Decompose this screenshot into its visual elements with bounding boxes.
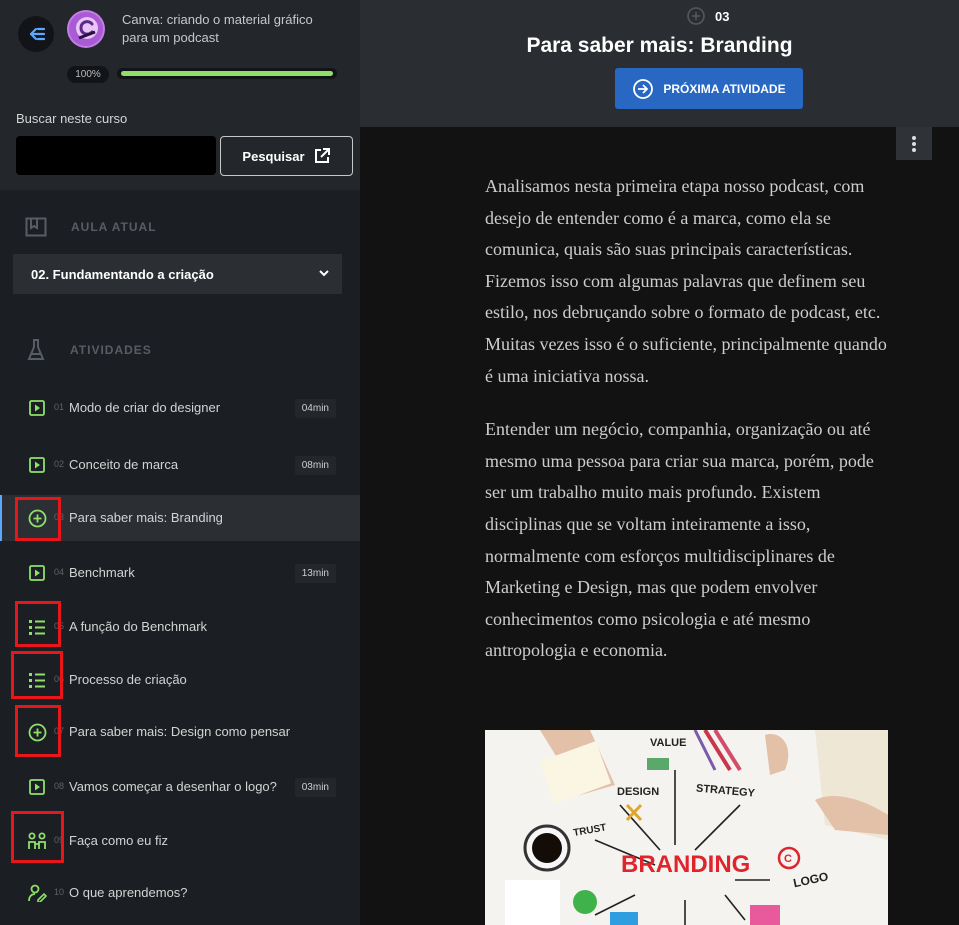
search-button[interactable]: Pesquisar	[220, 136, 353, 176]
search-button-label: Pesquisar	[242, 148, 305, 164]
activity-number: 04	[54, 567, 65, 577]
video-icon	[26, 776, 48, 798]
activity-label: Conceito de marca	[69, 457, 179, 472]
activity-item[interactable]: 04 Benchmark 13min	[0, 550, 360, 596]
highlight-box	[11, 811, 64, 863]
menu-back-icon	[29, 27, 46, 41]
chevron-down-icon	[319, 270, 329, 277]
content-paragraph: Analisamos nesta primeira etapa nosso po…	[485, 176, 887, 386]
kebab-menu-icon	[912, 135, 916, 152]
activity-label: Para saber mais: Branding	[69, 510, 223, 525]
course-sidebar: Canva: criando o material gráfico para u…	[0, 0, 360, 925]
activity-item[interactable]: 01 Modo de criar do designer 04min	[0, 385, 360, 431]
activity-duration: 13min	[294, 564, 336, 583]
activities-heading: ATIVIDADES	[70, 343, 152, 357]
activity-duration: 03min	[294, 778, 336, 797]
activity-number: 02	[54, 459, 65, 469]
activity-label: Benchmark	[69, 565, 135, 580]
user-edit-icon	[26, 882, 48, 904]
activity-number: 10	[54, 887, 65, 897]
canva-logo-icon	[69, 12, 103, 46]
external-link-icon	[314, 148, 330, 163]
image-word-value: VALUE	[650, 737, 686, 749]
arrow-right-circle-icon	[633, 78, 654, 99]
branding-illustration: VALUE DESIGN STRATEGY TRUST BRANDING LOG…	[485, 730, 888, 925]
activity-duration: 08min	[294, 456, 336, 475]
activity-item[interactable]: 10 O que aprendemos?	[0, 870, 360, 916]
progress-percent: 100%	[67, 66, 109, 83]
course-title: Canva: criando o material gráfico para u…	[122, 12, 313, 45]
lesson-select-value: 02. Fundamentando a criação	[31, 266, 214, 282]
collapse-sidebar-button[interactable]	[18, 16, 54, 52]
activity-item[interactable]: 02 Conceito de marca 08min	[0, 442, 360, 488]
activity-label: Para saber mais: Design como pensar	[69, 724, 291, 739]
activity-number: 01	[54, 402, 65, 412]
content-paragraph: Entender um negócio, companhia, organiza…	[485, 419, 874, 661]
highlight-box	[15, 601, 61, 647]
course-header: Canva: criando o material gráfico para u…	[0, 0, 360, 190]
activity-label: A função do Benchmark	[69, 619, 208, 634]
activity-label: Modo de criar do designer	[69, 400, 221, 415]
page-title: Para saber mais: Branding	[526, 34, 793, 57]
book-icon	[25, 217, 47, 237]
course-logo	[67, 10, 105, 48]
current-lesson-heading: AULA ATUAL	[71, 220, 157, 234]
activity-label: O que aprendemos?	[69, 885, 188, 900]
activity-label: Vamos começar a desenhar o logo?	[69, 779, 277, 794]
image-word-strategy: STRATEGY	[696, 782, 757, 799]
svg-text:C: C	[784, 853, 792, 865]
highlight-box	[15, 705, 61, 757]
video-icon	[26, 562, 48, 584]
next-activity-label: PRÓXIMA ATIVIDADE	[663, 81, 786, 96]
highlight-box	[15, 497, 61, 541]
progress-bar	[117, 68, 337, 79]
activity-label: Processo de criação	[69, 672, 187, 687]
image-word-design: DESIGN	[617, 786, 659, 798]
video-icon	[26, 397, 48, 419]
flask-icon	[27, 339, 45, 360]
image-word-trust: TRUST	[572, 822, 607, 839]
activity-label: Faça como eu fiz	[69, 833, 168, 848]
activity-duration: 04min	[294, 399, 336, 418]
image-word-branding: BRANDING	[621, 851, 750, 878]
search-label: Buscar neste curso	[16, 111, 128, 126]
next-activity-button[interactable]: PRÓXIMA ATIVIDADE	[615, 68, 803, 109]
more-options-button[interactable]	[896, 127, 932, 160]
search-input[interactable]	[16, 136, 216, 175]
progress-bar-fill	[121, 71, 333, 76]
video-icon	[26, 454, 48, 476]
image-word-logo: LOGO	[792, 869, 829, 890]
activity-item[interactable]: 08 Vamos começar a desenhar o logo? 03min	[0, 764, 360, 810]
activity-content: Analisamos nesta primeira etapa nosso po…	[485, 171, 897, 689]
activity-number: 08	[54, 781, 65, 791]
activity-number: 03	[715, 9, 730, 24]
highlight-box	[11, 651, 63, 699]
plus-circle-icon	[687, 7, 705, 25]
lesson-select[interactable]: 02. Fundamentando a criação	[13, 254, 342, 294]
